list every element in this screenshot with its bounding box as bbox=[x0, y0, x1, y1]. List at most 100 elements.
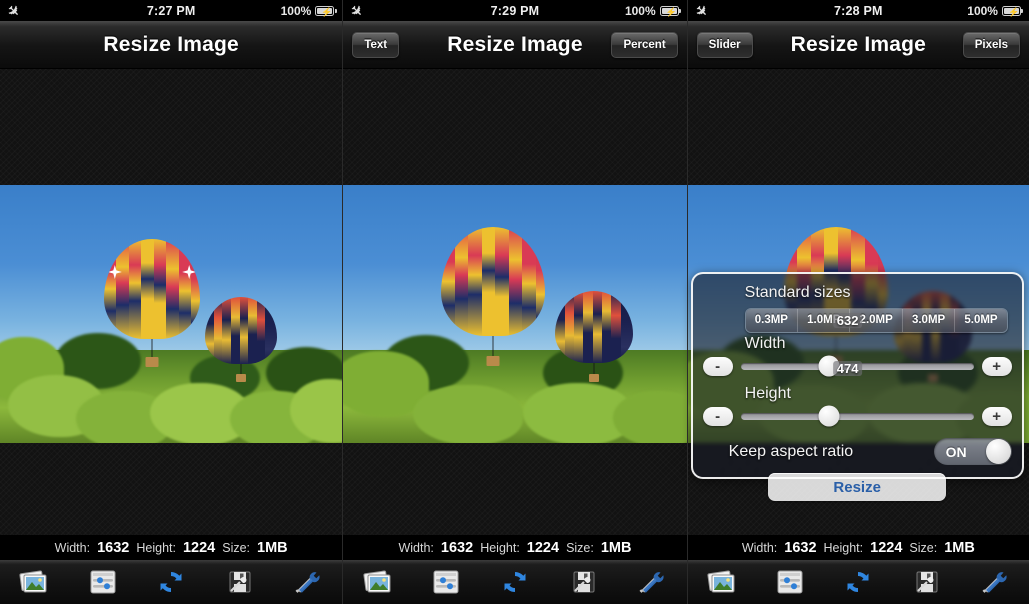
height-increment-button[interactable]: + bbox=[981, 406, 1012, 426]
height-slider-thumb[interactable] bbox=[818, 405, 840, 427]
keep-aspect-ratio-label: Keep aspect ratio bbox=[728, 442, 854, 460]
nav-bar: Slider Resize Image Pixels bbox=[687, 21, 1029, 69]
status-right: 100% ⚡ bbox=[967, 3, 1024, 18]
battery-icon: ⚡ bbox=[659, 5, 682, 17]
save-settings-icon[interactable] bbox=[564, 565, 604, 599]
photos-icon[interactable] bbox=[702, 565, 742, 599]
bottom-toolbar bbox=[687, 559, 1029, 604]
battery-percent-label: 100% bbox=[280, 3, 312, 18]
refresh-icon[interactable] bbox=[838, 565, 878, 599]
status-bar: ✈ 7:27 PM 100% ⚡ bbox=[0, 0, 343, 21]
width-label: Width: bbox=[398, 540, 434, 555]
save-settings-icon[interactable] bbox=[220, 565, 260, 599]
nav-bar: Resize Image bbox=[0, 21, 343, 69]
toggle-state-label: ON bbox=[945, 443, 967, 460]
content-area: Standard sizes 0.3MP 1.0MP 2.0MP 3.0MP 5… bbox=[687, 69, 1029, 584]
panel-slider-view: ✈ 7:28 PM 100% ⚡ Slider Resize Image Pix… bbox=[686, 0, 1029, 604]
height-label: Height: bbox=[480, 540, 520, 555]
tools-icon[interactable] bbox=[975, 565, 1015, 599]
height-value: 1224 bbox=[182, 539, 216, 556]
height-value: 1224 bbox=[526, 539, 560, 556]
photos-icon[interactable] bbox=[14, 565, 54, 599]
size-value: 1MB bbox=[944, 539, 975, 556]
photos-icon[interactable] bbox=[358, 565, 398, 599]
percent-mode-button[interactable]: Percent bbox=[611, 31, 678, 58]
text-mode-button[interactable]: Text bbox=[352, 31, 400, 58]
width-slider-label: Width bbox=[744, 335, 786, 352]
content-area bbox=[0, 69, 343, 584]
image-info-bar: Width: 1632 Height: 1224 Size: 1MB bbox=[687, 535, 1029, 560]
size-value: 1MB bbox=[600, 539, 632, 556]
adjustments-icon[interactable] bbox=[426, 565, 466, 599]
segment-5-0mp[interactable]: 5.0MP bbox=[955, 309, 1007, 332]
card-title: Standard sizes bbox=[744, 284, 851, 301]
segment-0-3mp[interactable]: 0.3MP bbox=[745, 309, 799, 332]
height-slider-label: Height bbox=[744, 385, 791, 402]
toggle-knob bbox=[985, 439, 1011, 464]
photo-preview[interactable] bbox=[0, 185, 343, 443]
battery-icon: ⚡ bbox=[1001, 5, 1024, 17]
slider-mode-button[interactable]: Slider bbox=[696, 31, 753, 58]
airplane-mode-icon: ✈ bbox=[691, 0, 712, 21]
tools-icon[interactable] bbox=[288, 565, 328, 599]
refresh-icon[interactable] bbox=[495, 565, 535, 599]
balloon-primary bbox=[441, 227, 546, 367]
size-label: Size: bbox=[222, 540, 251, 555]
tools-icon[interactable] bbox=[632, 565, 672, 599]
pixels-mode-button[interactable]: Pixels bbox=[962, 31, 1020, 58]
width-value: 1632 bbox=[97, 539, 130, 556]
slider-resize-card: Standard sizes 0.3MP 1.0MP 2.0MP 3.0MP 5… bbox=[690, 272, 1024, 501]
width-value: 1632 bbox=[784, 539, 817, 556]
height-value-bubble: 474 bbox=[832, 361, 863, 376]
page-title: Resize Image bbox=[103, 32, 239, 56]
bottom-toolbar bbox=[0, 559, 343, 604]
balloon-secondary bbox=[555, 291, 634, 383]
photo-preview[interactable] bbox=[343, 185, 687, 443]
segment-3-0mp[interactable]: 3.0MP bbox=[902, 309, 956, 332]
balloon-primary bbox=[104, 239, 200, 367]
status-left: ✈ bbox=[692, 1, 712, 21]
keep-aspect-ratio-toggle[interactable]: ON bbox=[933, 438, 1012, 465]
refresh-icon[interactable] bbox=[151, 565, 191, 599]
adjustments-icon[interactable] bbox=[83, 565, 123, 599]
height-decrement-button[interactable]: - bbox=[702, 406, 733, 426]
width-decrement-button[interactable]: - bbox=[702, 356, 733, 376]
panel-photo-view: ✈ 7:27 PM 100% ⚡ Resize Image Width: 163… bbox=[0, 0, 343, 604]
size-label: Size: bbox=[566, 540, 594, 555]
status-left: ✈ bbox=[4, 0, 24, 21]
width-increment-button[interactable]: + bbox=[981, 356, 1012, 376]
size-value: 1MB bbox=[257, 539, 288, 556]
battery-percent-label: 100% bbox=[967, 3, 998, 18]
image-info-bar: Width: 1632 Height: 1224 Size: 1MB bbox=[343, 535, 687, 560]
megapixel-segmented-control[interactable]: 0.3MP 1.0MP 2.0MP 3.0MP 5.0MP bbox=[744, 308, 1008, 333]
height-slider-track[interactable] bbox=[740, 405, 974, 427]
resize-button-wrap: Resize bbox=[703, 473, 1012, 501]
status-right: 100% ⚡ bbox=[624, 3, 682, 18]
nav-bar: Text Resize Image Percent bbox=[343, 21, 687, 69]
status-right: 100% ⚡ bbox=[280, 3, 337, 18]
image-info-bar: Width: 1632 Height: 1224 Size: 1MB bbox=[0, 535, 343, 560]
size-label: Size: bbox=[909, 540, 938, 555]
width-label: Width: bbox=[741, 540, 778, 555]
keep-aspect-ratio-row: Keep aspect ratio ON bbox=[703, 438, 1012, 465]
width-value: 1632 bbox=[440, 539, 474, 556]
width-value-bubble: 632 bbox=[832, 313, 863, 328]
airplane-mode-icon: ✈ bbox=[347, 0, 368, 21]
bottom-toolbar bbox=[343, 559, 687, 604]
height-label: Height: bbox=[823, 540, 864, 555]
adjustments-icon[interactable] bbox=[770, 565, 810, 599]
height-value: 1224 bbox=[870, 539, 903, 556]
width-label: Width: bbox=[54, 540, 91, 555]
height-slider-line: - + bbox=[702, 403, 1012, 429]
battery-percent-label: 100% bbox=[624, 3, 656, 18]
status-left: ✈ bbox=[347, 0, 368, 21]
three-panel-screenshot: ✈ 7:27 PM 100% ⚡ Resize Image Width: 163… bbox=[0, 0, 1029, 604]
panel-percent-view: ✈ 7:29 PM 100% ⚡ Text Resize Image Perce… bbox=[342, 0, 687, 604]
status-bar: ✈ 7:28 PM 100% ⚡ bbox=[687, 0, 1029, 21]
content-area: Standard sizes 20.0% 40.0% 50.0% 60.0% 8… bbox=[343, 69, 687, 584]
resize-button[interactable]: Resize bbox=[768, 473, 947, 501]
height-slider-block: Height - + 474 bbox=[702, 361, 1012, 429]
battery-icon: ⚡ bbox=[315, 5, 337, 17]
airplane-mode-icon: ✈ bbox=[4, 0, 24, 21]
save-settings-icon[interactable] bbox=[907, 565, 947, 599]
